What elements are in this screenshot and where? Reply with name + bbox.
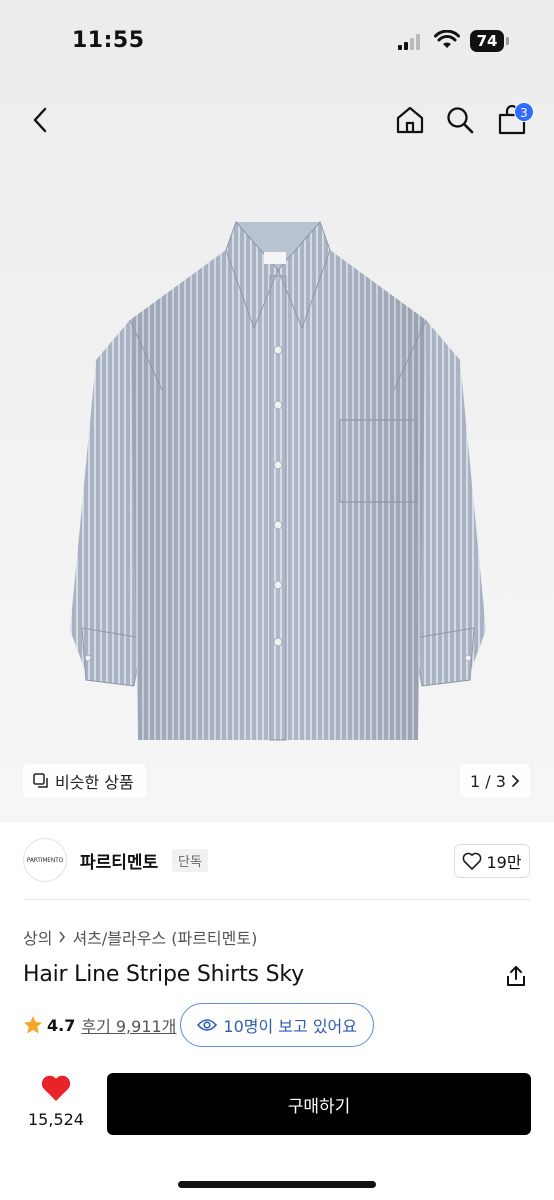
chevron-right-icon: [512, 775, 520, 787]
chevron-left-icon: [33, 107, 47, 133]
breadcrumb: 상의 셔츠/블라우스 (파르티멘토): [23, 925, 257, 949]
battery-icon: 74: [470, 30, 504, 52]
reviews-link[interactable]: 후기 9,911개: [81, 1013, 176, 1037]
battery-tip: [506, 37, 509, 45]
product-title: Hair Line Stripe Shirts Sky: [23, 962, 304, 987]
search-button[interactable]: [440, 92, 480, 148]
product-image: [70, 221, 486, 741]
wishlist-button[interactable]: [40, 1074, 72, 1106]
viewers-badge: 10명이 보고 있어요: [180, 1003, 374, 1047]
brand-logo[interactable]: PARTIMENTO: [23, 838, 67, 882]
rating-row: 4.7 후기 9,911개 10명이 보고 있어요: [23, 1003, 374, 1047]
brand-row: PARTIMENTO 파르티멘토 단독 19만: [0, 836, 554, 886]
brand-name[interactable]: 파르티멘토: [80, 848, 158, 873]
search-icon: [447, 107, 474, 134]
brand-like-count: 19만: [486, 853, 522, 872]
home-button[interactable]: [390, 92, 430, 148]
status-bar: 11:55 74: [0, 0, 554, 84]
image-pager[interactable]: 1 / 3: [460, 764, 530, 798]
share-button[interactable]: [504, 964, 528, 992]
heart-icon: [41, 1075, 71, 1101]
bottom-action-bar: 15,524 구매하기: [0, 1066, 554, 1146]
back-button[interactable]: [20, 92, 60, 148]
divider: [23, 899, 531, 900]
home-indicator: [178, 1181, 376, 1188]
brand-like-button[interactable]: 19만: [454, 844, 530, 878]
breadcrumb-item-top[interactable]: 상의: [23, 925, 52, 949]
similar-products-button[interactable]: 비슷한 상품: [23, 764, 146, 798]
breadcrumb-item-category[interactable]: 셔츠/블라우스 (파르티멘토): [72, 925, 257, 949]
cart-count-badge: 3: [514, 102, 534, 122]
wishlist-count: 15,524: [28, 1110, 84, 1129]
top-nav: 3: [0, 92, 554, 148]
wifi-icon: [434, 30, 460, 48]
star-icon: [24, 1016, 42, 1034]
share-icon: [507, 966, 525, 986]
exclusive-badge: 단독: [172, 849, 208, 872]
buy-button[interactable]: 구매하기: [107, 1073, 531, 1135]
cart-button[interactable]: 3: [492, 92, 534, 148]
chevron-right-icon: [59, 931, 66, 943]
viewers-text: 10명이 보고 있어요: [223, 1017, 357, 1036]
home-icon: [396, 106, 424, 134]
status-time: 11:55: [72, 28, 145, 53]
copy-icon: [33, 773, 48, 788]
pager-text: 1 / 3: [470, 771, 506, 791]
rating-value: 4.7: [47, 1015, 76, 1035]
signal-icon: [398, 34, 424, 50]
eye-icon: [197, 1019, 218, 1031]
product-image-area[interactable]: 11:55 74 3 비슷한 상품 1 / 3: [0, 0, 554, 822]
similar-products-label: 비슷한 상품: [55, 773, 134, 792]
heart-outline-icon: [463, 852, 482, 870]
